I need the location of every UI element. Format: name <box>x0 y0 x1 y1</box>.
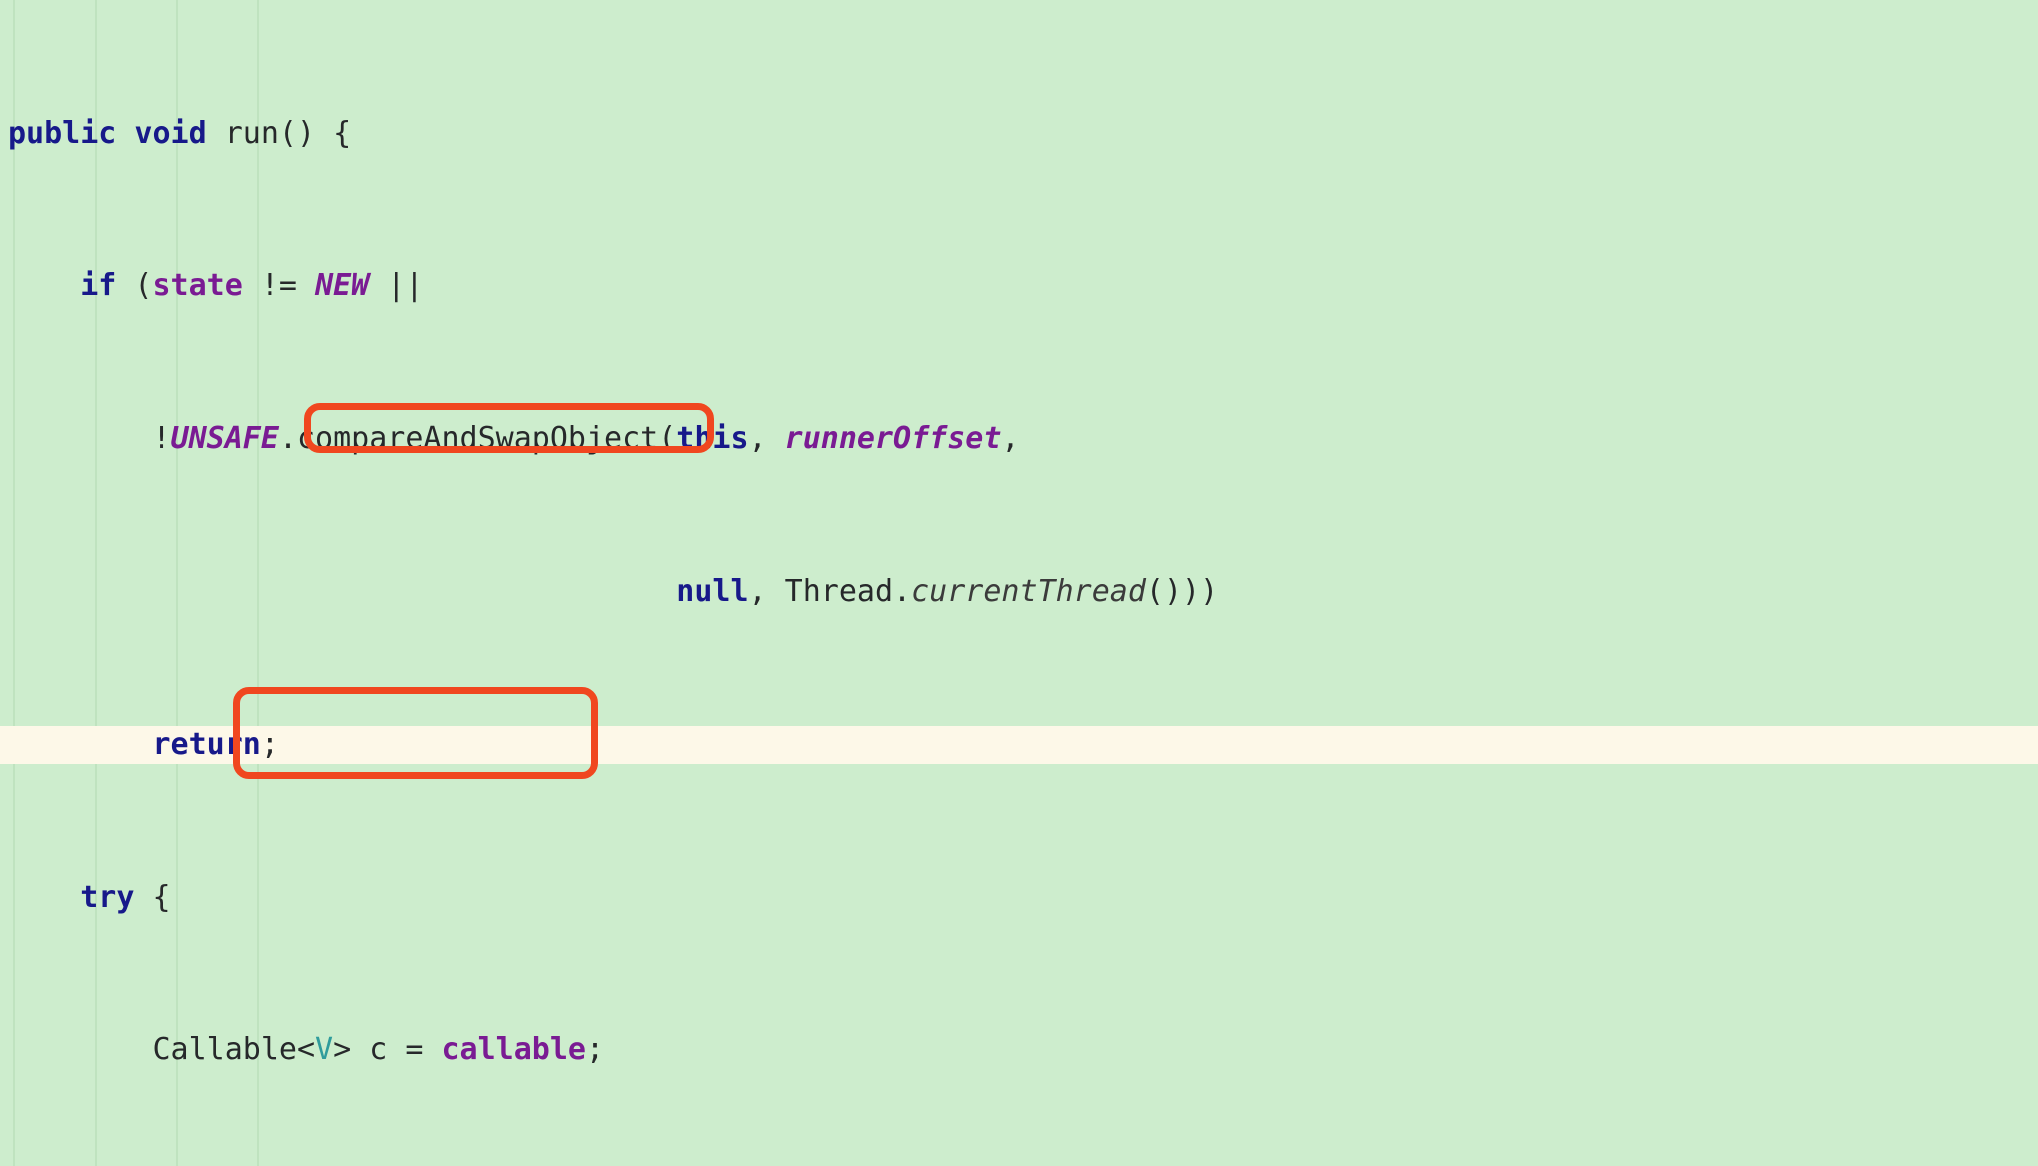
code-line[interactable]: Callable<V> c = callable; <box>0 1031 2038 1069</box>
token-plain: ())) <box>1145 574 1219 609</box>
token-plain: ! <box>8 421 171 457</box>
token-plain: ( <box>116 268 153 304</box>
token-plain: , Thread. <box>748 574 912 609</box>
token-plain: , <box>1001 421 1020 457</box>
token-static-method: currentThread <box>911 574 1146 609</box>
token-keyword: null <box>676 574 749 609</box>
token-field: callable <box>441 1032 586 1068</box>
token-plain: { <box>134 879 171 915</box>
token-constant: NEW <box>315 268 370 304</box>
token-constant: runnerOffset <box>784 421 1002 457</box>
code-line[interactable]: public void run() { <box>0 115 2038 153</box>
code-line[interactable]: if (state != NEW || <box>0 267 2038 305</box>
code-line[interactable]: null, Thread.currentThread())) <box>0 573 2038 611</box>
token-keyword: public void <box>8 115 207 151</box>
token-type-param: V <box>315 1032 334 1068</box>
token-plain: Callable< <box>8 1032 316 1068</box>
token-plain: != <box>242 268 316 304</box>
token-plain: > c = <box>333 1032 442 1068</box>
token-plain: run() { <box>206 115 352 151</box>
token-keyword: if <box>80 268 117 304</box>
token-field: state <box>152 268 243 304</box>
annotation-call-site[interactable] <box>304 403 714 453</box>
code-line[interactable]: try { <box>0 879 2038 917</box>
token-constant: UNSAFE <box>170 421 279 457</box>
annotation-set-result[interactable] <box>233 687 598 779</box>
token-plain: || <box>369 268 424 304</box>
token-keyword: try <box>80 879 135 915</box>
token-plain: ; <box>585 1032 605 1068</box>
token-plain: , <box>748 421 785 457</box>
code-editor-screenshot: public void run() { if (state != NEW || … <box>0 0 2038 1166</box>
code-block[interactable]: public void run() { if (state != NEW || … <box>0 0 2038 1166</box>
